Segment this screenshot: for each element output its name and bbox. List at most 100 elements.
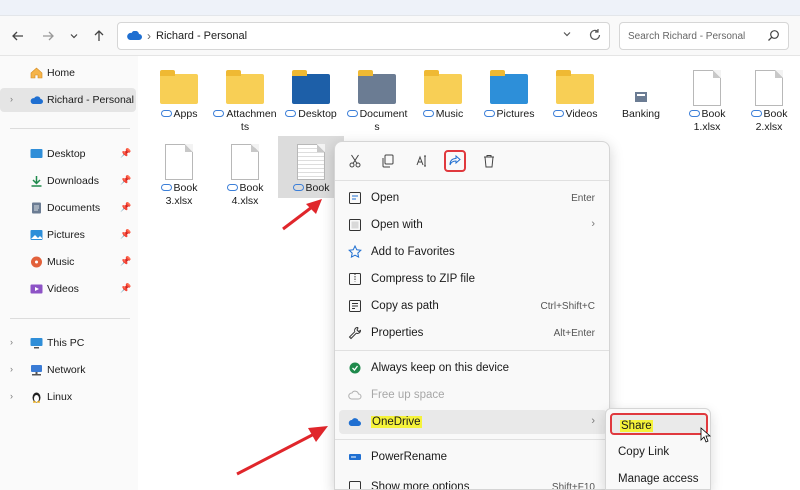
menu-item-label: Free up space — [371, 389, 445, 401]
refresh-button[interactable] — [588, 28, 602, 45]
cloud-status-icon — [750, 110, 762, 117]
menu-item-shortcut: Enter — [571, 193, 595, 204]
copy-button[interactable] — [377, 150, 399, 172]
address-bar[interactable]: › Richard - Personal — [117, 22, 610, 50]
file-item-music[interactable]: Music — [410, 62, 476, 140]
search-box[interactable]: Search Richard - Personal — [619, 22, 789, 50]
cloud-status-icon — [285, 110, 297, 117]
sidebar-item-this-pc[interactable]: › This PC — [0, 331, 136, 355]
sidebar-item-linux[interactable]: › Linux — [0, 385, 136, 409]
powerrename-icon — [349, 454, 361, 460]
arrow-right-icon — [43, 31, 54, 41]
chevron-right-icon[interactable]: › — [10, 364, 13, 374]
document-icon — [231, 144, 259, 180]
menu-item-show-more-options[interactable]: Show more options Shift+F10 — [339, 475, 607, 490]
address-dropdown-button[interactable] — [562, 29, 572, 42]
sidebar-item-downloads[interactable]: Downloads 📌 — [0, 169, 136, 193]
menu-item-label: OneDrive — [371, 416, 422, 428]
recent-locations-button[interactable] — [64, 26, 84, 46]
cloud-status-icon — [213, 110, 225, 117]
menu-item-open[interactable]: Open Enter — [339, 186, 607, 210]
forward-button[interactable] — [38, 26, 58, 46]
navigation-bar: › Richard - Personal Search Richard - Pe… — [0, 16, 800, 56]
chevron-right-icon: › — [591, 218, 595, 230]
menu-item-shortcut: Ctrl+Shift+C — [540, 301, 595, 312]
menu-item-compress-zip[interactable]: Compress to ZIP file — [339, 267, 607, 291]
pin-icon[interactable]: 📌 — [120, 256, 131, 267]
menu-item-label: Add to Favorites — [371, 246, 455, 258]
pin-icon[interactable]: 📌 — [120, 202, 131, 213]
menu-item-open-with[interactable]: Open with › — [339, 213, 607, 237]
sidebar-item-onedrive[interactable]: › Richard - Personal — [0, 88, 136, 112]
delete-button[interactable] — [478, 150, 500, 172]
menu-item-add-to-favorites[interactable]: Add to Favorites — [339, 240, 607, 264]
menu-item-label: Open — [371, 192, 400, 204]
cloud-status-icon — [483, 110, 495, 117]
sidebar-item-videos[interactable]: Videos 📌 — [0, 277, 136, 301]
menu-item-copy-as-path[interactable]: Copy as path Ctrl+Shift+C — [339, 294, 607, 318]
chevron-right-icon[interactable]: › — [10, 391, 13, 401]
pin-icon[interactable]: 📌 — [120, 229, 131, 240]
pin-icon[interactable]: 📌 — [120, 175, 131, 186]
sidebar-item-label: Music — [47, 256, 75, 268]
file-item-apps[interactable]: Apps — [146, 62, 212, 140]
menu-item-properties[interactable]: Properties Alt+Enter — [339, 321, 607, 345]
arrow-up-icon — [94, 30, 104, 41]
sidebar-item-music[interactable]: Music 📌 — [0, 250, 136, 274]
refresh-icon — [589, 29, 601, 40]
rename-button[interactable] — [411, 150, 433, 172]
check-circle-icon — [349, 362, 361, 374]
menu-item-label: Copy as path — [371, 300, 439, 312]
file-item-pictures[interactable]: Pictures — [476, 62, 542, 140]
cut-button[interactable] — [344, 150, 366, 172]
file-item-desktop[interactable]: Desktop — [278, 62, 344, 140]
cut-icon — [349, 154, 361, 168]
file-name: Documents — [359, 108, 408, 133]
menu-item-free-up-space: Free up space — [339, 383, 607, 407]
file-item-documents[interactable]: Documents — [344, 62, 410, 140]
submenu-item-share[interactable]: Share — [610, 413, 708, 435]
documents-folder-icon — [358, 70, 396, 104]
file-item-attachments[interactable]: Attachments — [212, 62, 278, 140]
sidebar-item-pictures[interactable]: Pictures 📌 — [0, 223, 136, 247]
document-thumbnail-icon — [297, 144, 325, 180]
file-item-book2[interactable]: Book 2.xlsx — [736, 62, 800, 140]
menu-item-onedrive[interactable]: OneDrive › — [339, 410, 607, 434]
pin-icon[interactable]: 📌 — [120, 283, 131, 294]
chevron-right-icon[interactable]: › — [10, 94, 13, 104]
music-icon — [31, 256, 42, 268]
chevron-right-icon[interactable]: › — [10, 337, 13, 347]
submenu-item-copy-link[interactable]: Copy Link — [610, 441, 708, 463]
sidebar-item-network[interactable]: › Network — [0, 358, 136, 382]
back-button[interactable] — [8, 26, 28, 46]
file-item-book3[interactable]: Book 3.xlsx — [146, 136, 212, 214]
videos-icon — [30, 284, 43, 294]
share-button[interactable] — [444, 150, 466, 172]
sidebar-item-label: Videos — [47, 283, 79, 295]
sidebar-item-home[interactable]: Home — [0, 61, 136, 85]
sidebar-item-documents[interactable]: Documents 📌 — [0, 196, 136, 220]
navigation-pane: Home › Richard - Personal Desktop 📌 Down… — [0, 56, 138, 490]
menu-item-label: Always keep on this device — [371, 362, 510, 374]
file-item-banking[interactable]: Banking — [608, 62, 674, 140]
up-button[interactable] — [89, 26, 109, 46]
sidebar-item-label: Downloads — [47, 175, 99, 187]
sidebar-item-label: Home — [47, 67, 76, 79]
menu-separator — [335, 180, 609, 181]
sidebar-item-desktop[interactable]: Desktop 📌 — [0, 142, 136, 166]
file-item-book4[interactable]: Book 4.xlsx — [212, 136, 278, 214]
trash-icon — [484, 155, 494, 168]
menu-item-label: Show more options — [371, 481, 470, 490]
chevron-down-icon — [563, 32, 571, 37]
open-file-icon — [349, 192, 361, 204]
address-path[interactable]: Richard - Personal — [156, 30, 247, 42]
pin-icon[interactable]: 📌 — [120, 148, 131, 159]
arrow-left-icon — [12, 31, 23, 41]
menu-item-always-keep[interactable]: Always keep on this device — [339, 356, 607, 380]
file-item-book1[interactable]: Book 1.xlsx — [674, 62, 740, 140]
menu-item-powerrename[interactable]: PowerRename — [339, 445, 607, 469]
divider — [10, 128, 130, 129]
file-item-videos[interactable]: Videos — [542, 62, 608, 140]
submenu-item-manage-access[interactable]: Manage access — [610, 468, 708, 490]
document-icon — [165, 144, 193, 180]
